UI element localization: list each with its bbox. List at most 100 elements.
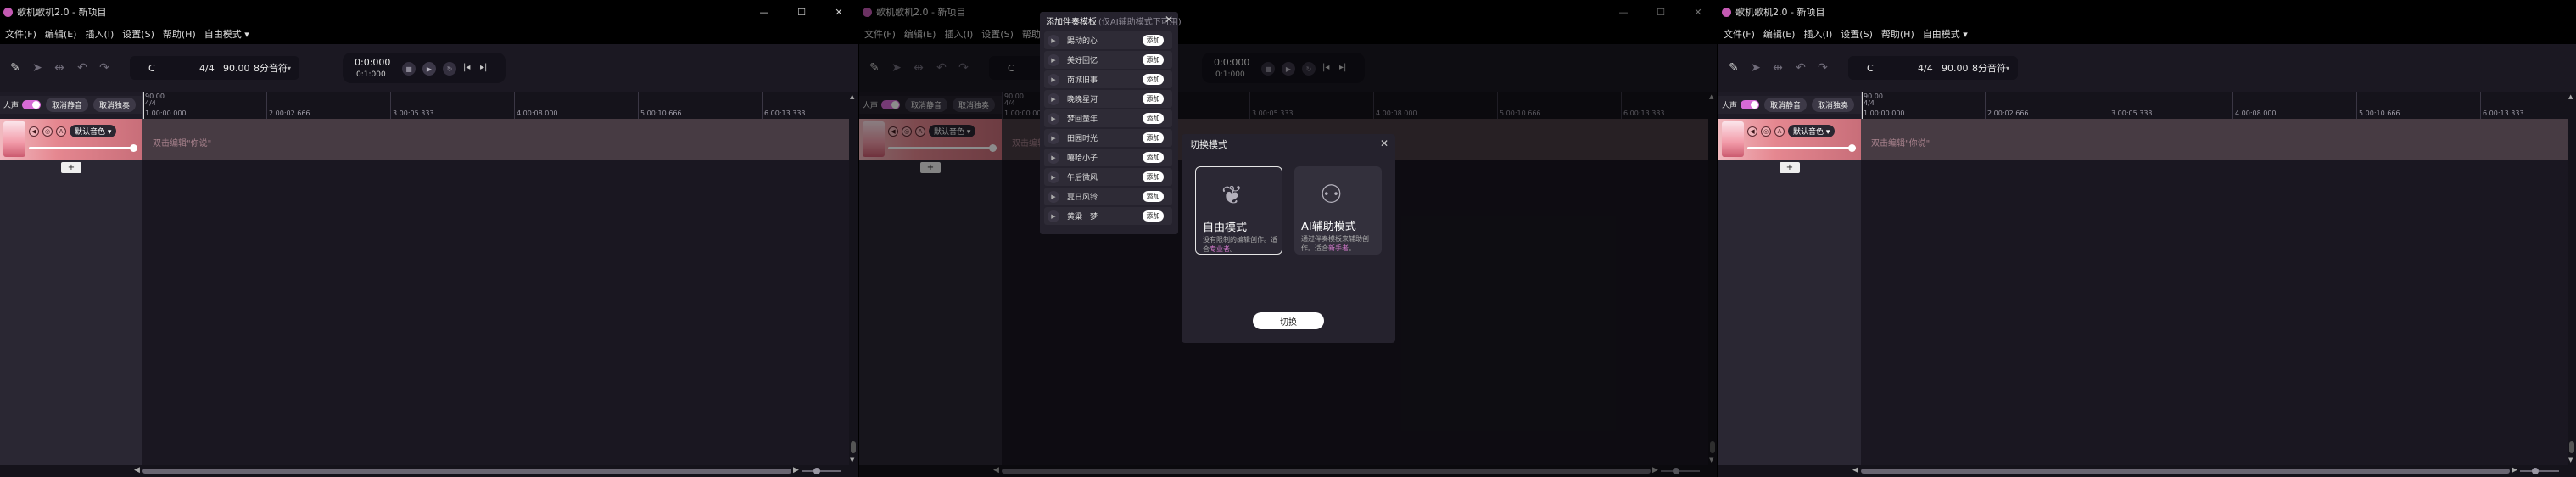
vertical-scrollbar[interactable]: ▲ ▼ bbox=[849, 92, 858, 465]
vocal-toggle[interactable] bbox=[1741, 100, 1760, 109]
mode-dropdown[interactable]: 自由模式 ▾ bbox=[204, 27, 249, 41]
scroll-left-icon[interactable]: ◀ bbox=[1852, 466, 1858, 474]
template-item[interactable]: ▶ 踢动的心 添加 bbox=[1044, 31, 1172, 49]
scroll-thumb[interactable] bbox=[851, 441, 856, 453]
track-volume-slider[interactable] bbox=[1747, 144, 1856, 152]
track-volume-slider[interactable] bbox=[29, 144, 137, 152]
play-icon[interactable]: ▶ bbox=[1048, 73, 1059, 86]
voice-select[interactable]: 默认音色 ▾ bbox=[1788, 125, 1836, 137]
close-icon[interactable]: ✕ bbox=[1380, 137, 1389, 149]
play-icon[interactable]: ▶ bbox=[1048, 34, 1059, 47]
chevron-down-icon[interactable]: ▾ bbox=[288, 65, 291, 72]
note-length-select[interactable]: 8分音符 bbox=[254, 61, 288, 75]
scroll-up-icon[interactable]: ▲ bbox=[2568, 93, 2573, 100]
unmute-button[interactable]: 取消静音 bbox=[46, 98, 89, 112]
solo-icon[interactable]: A bbox=[1774, 126, 1785, 137]
jump-start-icon[interactable]: |◂ bbox=[463, 63, 470, 72]
unsolo-button[interactable]: 取消独奏 bbox=[1812, 98, 1855, 112]
solo-icon[interactable]: A bbox=[56, 126, 66, 137]
undo-icon[interactable]: ↶ bbox=[1791, 59, 1810, 77]
template-item[interactable]: ▶ 晚晚星河 添加 bbox=[1044, 90, 1172, 108]
scroll-right-icon[interactable]: ▶ bbox=[2512, 466, 2517, 474]
scroll-left-icon[interactable]: ◀ bbox=[134, 466, 140, 474]
menu-settings[interactable]: 设置(S) bbox=[1841, 27, 1873, 41]
switch-button[interactable]: 切换 bbox=[1253, 312, 1324, 329]
zoom-knob[interactable] bbox=[813, 468, 820, 474]
menu-file[interactable]: 文件(F) bbox=[1724, 27, 1755, 41]
vocal-toggle[interactable] bbox=[22, 100, 42, 109]
redo-icon[interactable]: ↷ bbox=[1813, 59, 1832, 77]
scroll-down-icon[interactable]: ▼ bbox=[2568, 457, 2573, 463]
loop-icon[interactable]: ↻ bbox=[443, 62, 456, 76]
tempo-field[interactable]: 90.00 bbox=[223, 63, 250, 74]
track-header[interactable]: ◀ ◎ A 默认音色 ▾ bbox=[1718, 119, 1861, 160]
key-field[interactable]: C bbox=[148, 63, 155, 74]
add-track-button[interactable]: + bbox=[1780, 162, 1800, 173]
add-template-button[interactable]: 添加 bbox=[1143, 35, 1164, 46]
scroll-thumb[interactable] bbox=[1861, 469, 2510, 474]
unmute-button[interactable]: 取消静音 bbox=[1764, 98, 1808, 112]
tempo-field[interactable]: 90.00 bbox=[1942, 63, 1969, 74]
template-item[interactable]: ▶ 田园时光 添加 bbox=[1044, 129, 1172, 147]
zoom-slider[interactable] bbox=[2520, 470, 2559, 472]
timeline-ruler[interactable]: 90.00 4/4 1 00:00.000 2 00:02.666 3 00:0… bbox=[142, 92, 849, 119]
play-icon[interactable]: ▶ bbox=[1048, 171, 1059, 183]
meter-field[interactable]: 4/4 bbox=[199, 63, 215, 74]
voice-select[interactable]: 默认音色 ▾ bbox=[70, 125, 117, 137]
menu-edit[interactable]: 编辑(E) bbox=[45, 27, 77, 41]
add-track-button[interactable]: + bbox=[61, 162, 81, 173]
menu-edit[interactable]: 编辑(E) bbox=[1763, 27, 1796, 41]
cursor-icon[interactable]: ➤ bbox=[28, 59, 47, 77]
menu-insert[interactable]: 插入(I) bbox=[85, 27, 114, 41]
add-template-button[interactable]: 添加 bbox=[1143, 191, 1164, 202]
add-template-button[interactable]: 添加 bbox=[1143, 54, 1164, 65]
scroll-thumb[interactable] bbox=[2569, 441, 2574, 453]
editor-canvas[interactable] bbox=[1861, 160, 2568, 465]
undo-icon[interactable]: ↶ bbox=[73, 59, 92, 77]
singer-avatar[interactable] bbox=[1722, 121, 1744, 157]
scroll-up-icon[interactable]: ▲ bbox=[850, 93, 854, 100]
split-icon[interactable]: ⇹ bbox=[1769, 59, 1787, 77]
play-icon[interactable]: ▶ bbox=[422, 62, 436, 76]
timeline-ruler[interactable]: 90.00 4/4 1 00:00.000 2 00:02.666 3 00:0… bbox=[1861, 92, 2568, 119]
zoom-knob[interactable] bbox=[2532, 468, 2539, 474]
menu-help[interactable]: 帮助(H) bbox=[163, 27, 196, 41]
play-icon[interactable]: ▶ bbox=[1048, 190, 1059, 203]
add-template-button[interactable]: 添加 bbox=[1143, 210, 1164, 222]
template-item[interactable]: ▶ 午后微风 添加 bbox=[1044, 168, 1172, 186]
close-icon[interactable]: ✕ bbox=[1165, 14, 1173, 25]
template-item[interactable]: ▶ 美好回忆 添加 bbox=[1044, 51, 1172, 69]
zoom-slider[interactable] bbox=[802, 470, 841, 472]
play-icon[interactable]: ▶ bbox=[1048, 151, 1059, 164]
track-header[interactable]: ◀ ◎ A 默认音色 ▾ bbox=[0, 119, 142, 160]
menu-help[interactable]: 帮助(H) bbox=[1881, 27, 1914, 41]
play-icon[interactable]: ▶ bbox=[1048, 210, 1059, 222]
add-template-button[interactable]: 添加 bbox=[1143, 132, 1164, 143]
track-lane[interactable]: 双击编辑"你说" bbox=[1861, 119, 2568, 160]
menu-settings[interactable]: 设置(S) bbox=[122, 27, 154, 41]
scroll-thumb[interactable] bbox=[142, 469, 791, 474]
singer-avatar[interactable] bbox=[3, 121, 25, 157]
mute-icon[interactable]: ◎ bbox=[42, 126, 53, 137]
mode-dropdown[interactable]: 自由模式 ▾ bbox=[1923, 27, 1968, 41]
scroll-right-icon[interactable]: ▶ bbox=[793, 466, 799, 474]
horizontal-scrollbar[interactable]: ◀ ▶ bbox=[1718, 465, 2576, 477]
volume-icon[interactable]: ◀ bbox=[1747, 126, 1757, 137]
play-icon[interactable]: ▶ bbox=[1048, 53, 1059, 66]
play-icon[interactable]: ▶ bbox=[1048, 112, 1059, 125]
minimize-button[interactable]: — bbox=[746, 0, 783, 24]
pencil-icon[interactable]: ✎ bbox=[6, 59, 25, 77]
mute-icon[interactable]: ◎ bbox=[1761, 126, 1771, 137]
free-mode-card[interactable]: ❦ 自由模式 没有限制的编辑创作。适合专业者。 bbox=[1195, 166, 1282, 255]
add-template-button[interactable]: 添加 bbox=[1143, 93, 1164, 104]
pencil-icon[interactable]: ✎ bbox=[1724, 59, 1743, 77]
add-template-button[interactable]: 添加 bbox=[1143, 113, 1164, 124]
track-lane[interactable]: 双击编辑"你说" bbox=[142, 119, 849, 160]
ai-mode-card[interactable]: ⚇ AI辅助模式 通过伴奏模板来辅助创作。适合新手者。 bbox=[1294, 166, 1382, 255]
menu-insert[interactable]: 插入(I) bbox=[1803, 27, 1832, 41]
note-length-select[interactable]: 8分音符 bbox=[1972, 61, 2006, 75]
template-item[interactable]: ▶ 南城旧事 添加 bbox=[1044, 70, 1172, 88]
add-template-button[interactable]: 添加 bbox=[1143, 152, 1164, 163]
unsolo-button[interactable]: 取消独奏 bbox=[93, 98, 137, 112]
template-item[interactable]: ▶ 夏日风铃 添加 bbox=[1044, 188, 1172, 205]
